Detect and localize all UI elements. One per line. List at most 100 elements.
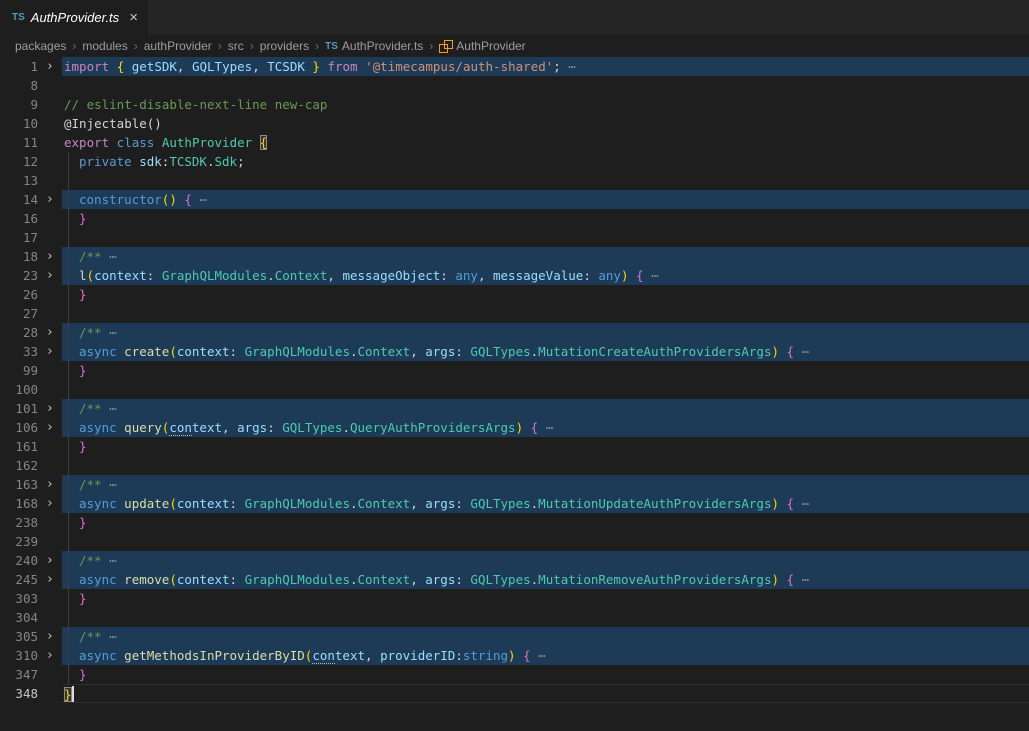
folded-code-ellipsis[interactable]: ⋯ [794,572,809,587]
code-line[interactable]: 14›constructor() { ⋯ [0,190,1029,209]
line-number: 348 [0,684,38,703]
code-line[interactable]: 12private sdk:TCSDK.Sdk; [0,152,1029,171]
code-line[interactable]: 18›/** ⋯ [0,247,1029,266]
line-number: 168 [0,494,38,513]
folded-code-ellipsis[interactable]: ⋯ [192,192,207,207]
text-cursor-caret [72,686,74,702]
fold-chevron-icon[interactable]: › [38,646,62,665]
folded-code-ellipsis[interactable]: ⋯ [538,420,553,435]
indent-guide [68,551,69,570]
folded-code-ellipsis[interactable]: ⋯ [102,325,117,340]
code-line[interactable]: 1›import { getSDK, GQLTypes, TCSDK } fro… [0,57,1029,76]
folded-code-ellipsis[interactable]: ⋯ [102,401,117,416]
code-line[interactable]: 23›l(context: GraphQLModules.Context, me… [0,266,1029,285]
code-text: } [62,209,1029,228]
code-line[interactable]: 168›async update(context: GraphQLModules… [0,494,1029,513]
folded-code-ellipsis[interactable]: ⋯ [561,59,576,74]
breadcrumb-item-src[interactable]: src [228,39,244,53]
breadcrumb-item-modules[interactable]: modules [82,39,127,53]
fold-chevron-icon[interactable]: › [38,399,62,418]
code-text: /** ⋯ [62,323,1029,342]
indent-guide [68,570,69,589]
close-icon[interactable]: × [129,10,138,25]
indent-guide [68,513,69,532]
fold-chevron-icon[interactable]: › [38,190,62,209]
fold-chevron-icon[interactable]: › [38,494,62,513]
code-line[interactable]: 101›/** ⋯ [0,399,1029,418]
code-line[interactable]: 310›async getMethodsInProviderByID(conte… [0,646,1029,665]
code-text: /** ⋯ [62,247,1029,266]
indent-guide [68,475,69,494]
code-line[interactable]: 33›async create(context: GraphQLModules.… [0,342,1029,361]
code-line[interactable]: 238} [0,513,1029,532]
fold-chevron-icon[interactable]: › [38,475,62,494]
fold-chevron-icon[interactable]: › [38,418,62,437]
code-line[interactable]: 27 [0,304,1029,323]
code-line[interactable]: 305›/** ⋯ [0,627,1029,646]
code-line[interactable]: 28›/** ⋯ [0,323,1029,342]
fold-chevron-icon[interactable]: › [38,57,62,76]
fold-chevron-icon[interactable]: › [38,247,62,266]
code-text [62,228,1029,247]
editor[interactable]: 1›import { getSDK, GQLTypes, TCSDK } fro… [0,57,1029,703]
folded-code-ellipsis[interactable]: ⋯ [102,249,117,264]
code-line[interactable]: 240›/** ⋯ [0,551,1029,570]
fold-chevron-icon[interactable]: › [38,551,62,570]
code-line[interactable]: 10@Injectable() [0,114,1029,133]
breadcrumb-item-providers[interactable]: providers [260,39,309,53]
indent-guide [68,171,69,190]
indent-guide [68,190,69,209]
code-line[interactable]: 162 [0,456,1029,475]
fold-spacer [38,361,62,380]
code-line[interactable]: 161} [0,437,1029,456]
folded-code-ellipsis[interactable]: ⋯ [794,344,809,359]
breadcrumb-item-authprovider[interactable]: authProvider [144,39,212,53]
breadcrumb-item-authprovider.ts[interactable]: TSAuthProvider.ts [325,39,423,53]
code-line[interactable]: 163›/** ⋯ [0,475,1029,494]
code-line[interactable]: 106›async query(context, args: GQLTypes.… [0,418,1029,437]
code-line[interactable]: 11export class AuthProvider { [0,133,1029,152]
fold-chevron-icon[interactable]: › [38,627,62,646]
fold-spacer [38,589,62,608]
code-line[interactable]: 17 [0,228,1029,247]
folded-code-ellipsis[interactable]: ⋯ [794,496,809,511]
breadcrumb-item-authprovider[interactable]: AuthProvider [439,39,525,53]
code-line[interactable]: 100 [0,380,1029,399]
folded-code-ellipsis[interactable]: ⋯ [644,268,659,283]
tab-authprovider[interactable]: TS AuthProvider.ts × [0,0,148,35]
code-line[interactable]: 348} [0,684,1029,703]
code-text: } [62,285,1029,304]
fold-spacer [38,209,62,228]
code-line[interactable]: 26} [0,285,1029,304]
code-line[interactable]: 245›async remove(context: GraphQLModules… [0,570,1029,589]
breadcrumb-separator-icon: › [429,39,433,53]
code-text: async update(context: GraphQLModules.Con… [62,494,1029,513]
code-line[interactable]: 304 [0,608,1029,627]
folded-code-ellipsis[interactable]: ⋯ [102,477,117,492]
breadcrumb-separator-icon: › [72,39,76,53]
breadcrumb-separator-icon: › [250,39,254,53]
code-line[interactable]: 9// eslint-disable-next-line new-cap [0,95,1029,114]
folded-code-ellipsis[interactable]: ⋯ [531,648,546,663]
line-number: 305 [0,627,38,646]
breadcrumb-item-packages[interactable]: packages [15,39,66,53]
code-line[interactable]: 239 [0,532,1029,551]
code-line[interactable]: 16} [0,209,1029,228]
indent-guide [68,399,69,418]
line-number: 240 [0,551,38,570]
folded-code-ellipsis[interactable]: ⋯ [102,553,117,568]
code-line[interactable]: 99} [0,361,1029,380]
code-line[interactable]: 8 [0,76,1029,95]
fold-chevron-icon[interactable]: › [38,266,62,285]
folded-code-ellipsis[interactable]: ⋯ [102,629,117,644]
class-symbol-icon [439,40,452,53]
code-line[interactable]: 303} [0,589,1029,608]
typescript-file-icon: TS [12,12,25,23]
code-line[interactable]: 347} [0,665,1029,684]
breadcrumb-label: providers [260,39,309,53]
fold-chevron-icon[interactable]: › [38,342,62,361]
fold-spacer [38,532,62,551]
fold-chevron-icon[interactable]: › [38,570,62,589]
fold-chevron-icon[interactable]: › [38,323,62,342]
code-line[interactable]: 13 [0,171,1029,190]
